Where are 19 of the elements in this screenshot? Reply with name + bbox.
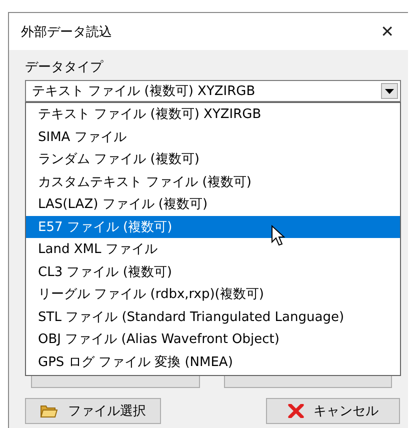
data-type-dropdown[interactable]: テキスト ファイル (複数可) XYZIRGB	[25, 80, 401, 102]
dropdown-option[interactable]: テキスト ファイル (複数可) XYZIRGB	[26, 103, 400, 126]
field-label: データタイプ	[25, 59, 103, 76]
window-title: 外部データ読込	[21, 24, 112, 40]
dropdown-option[interactable]: ランダム ファイル (複数可)	[26, 148, 400, 170]
file-select-button[interactable]: ファイル選択	[25, 398, 161, 424]
dropdown-option[interactable]: Land XML ファイル	[26, 238, 400, 260]
close-button[interactable]: ✕	[376, 22, 398, 41]
dropdown-value: テキスト ファイル (複数可) XYZIRGB	[32, 83, 256, 100]
dropdown-option[interactable]: LAS(LAZ) ファイル (複数可)	[26, 193, 400, 216]
dropdown-option[interactable]: SIMA ファイル	[26, 126, 400, 148]
cancel-button[interactable]: キャンセル	[266, 398, 400, 424]
dropdown-option[interactable]: E57 ファイル (複数可)	[26, 216, 400, 238]
dropdown-option[interactable]: リーグル ファイル (rdbx,rxp)(複数可)	[26, 283, 400, 306]
dropdown-option[interactable]: カスタムテキスト ファイル (複数可)	[26, 170, 400, 193]
dropdown-option[interactable]: OBJ ファイル (Alias Wavefront Object)	[26, 328, 400, 350]
dropdown-option[interactable]: GPS ログ ファイル 変換 (NMEA)	[26, 350, 400, 373]
dropdown-option[interactable]: STL ファイル (Standard Triangulated Language)	[26, 306, 400, 328]
dropdown-option[interactable]: CL3 ファイル (複数可)	[26, 260, 400, 283]
